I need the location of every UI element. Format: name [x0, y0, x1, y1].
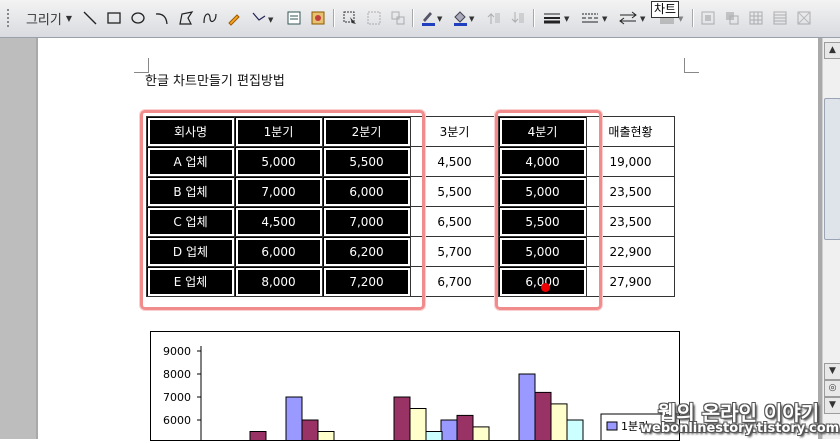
ellipse-tool-icon[interactable] [128, 7, 148, 29]
legend-swatch [606, 421, 618, 431]
dropdown-arrow-icon: ▼ [65, 13, 73, 23]
bar [440, 419, 458, 444]
svg-text:▼: ▼ [564, 15, 570, 23]
toolbar-separator [412, 9, 414, 27]
order-icon[interactable] [722, 7, 742, 29]
svg-text:▼: ▼ [469, 15, 475, 23]
fill-color-icon[interactable]: ▼ [450, 7, 478, 29]
chart-object[interactable]: 9000 8000 7000 6000 1분기 [150, 331, 682, 444]
table-icon[interactable] [770, 7, 790, 29]
y-tick-label: 8000 [163, 368, 191, 381]
document-title: 한글 차트만들기 편집방법 [145, 74, 285, 89]
y-tick-label: 9000 [163, 345, 191, 358]
line-thickness-icon[interactable]: ▼ [540, 7, 574, 29]
rectangle-tool-icon[interactable] [104, 7, 124, 29]
select-objects-icon[interactable] [340, 7, 360, 29]
bar [456, 414, 474, 444]
vertical-scrollbar[interactable]: ▲ ▼ ◎ ▼ [822, 38, 840, 439]
toolbar-separator [692, 9, 694, 27]
toolbar-separator [533, 9, 535, 27]
svg-text:▼: ▼ [640, 15, 646, 23]
grid-icon[interactable] [746, 7, 766, 29]
draw-menu-label: 그리기 [25, 12, 62, 28]
page-up-icon[interactable]: ◎ [824, 380, 840, 397]
bar [472, 426, 490, 444]
scroll-up-icon[interactable]: ▲ [824, 42, 840, 59]
arc-tool-icon[interactable] [152, 7, 172, 29]
send-backward-icon[interactable] [508, 7, 528, 29]
line-style-icon[interactable]: ▼ [578, 7, 612, 29]
bar [534, 391, 552, 444]
page-down-icon[interactable]: ▼ [824, 397, 840, 414]
bar [518, 373, 536, 444]
bar [393, 396, 411, 444]
toolbar-tooltip: 차트 [651, 1, 680, 18]
toolbar-grip[interactable] [7, 9, 19, 27]
curve-tool-icon[interactable] [200, 7, 220, 29]
group-icon[interactable] [364, 7, 384, 29]
pen-tool-icon[interactable] [224, 7, 244, 29]
bring-forward-icon[interactable] [484, 7, 504, 29]
bar [409, 408, 427, 444]
selection-highlight [140, 110, 425, 310]
y-tick-label: 6000 [163, 414, 191, 427]
bar-chart: 9000800070006000 1분기 [163, 345, 682, 444]
drawing-toolbar: 그리기 ▼ ▼ ▼ ▼ ▼ ▼ ▼ ▼ 차트 [0, 0, 840, 38]
watermark-url: webonlinestory.tistory.com [640, 421, 840, 436]
connector-tool-icon[interactable]: ▼ [249, 7, 277, 29]
frame-icon[interactable] [794, 7, 814, 29]
ungroup-icon[interactable] [388, 7, 408, 29]
svg-text:▼: ▼ [268, 16, 274, 24]
bar [301, 419, 319, 444]
polygon-tool-icon[interactable] [176, 7, 196, 29]
bar [566, 419, 584, 444]
y-tick-label: 7000 [163, 391, 191, 404]
svg-text:▼: ▼ [437, 15, 443, 23]
page-corner-mark [684, 58, 699, 73]
selection-highlight [495, 110, 602, 310]
line-tool-icon[interactable] [80, 7, 100, 29]
line-color-icon[interactable]: ▼ [418, 7, 446, 29]
draw-menu-button[interactable]: 그리기 ▼ [22, 7, 76, 29]
toolbar-separator [333, 9, 335, 27]
svg-text:▼: ▼ [602, 15, 608, 23]
picture-icon[interactable] [308, 7, 328, 29]
left-margin-area [0, 38, 36, 439]
bar [550, 403, 568, 444]
arrow-style-icon[interactable]: ▼ [616, 7, 650, 29]
scroll-thumb[interactable] [824, 98, 840, 240]
cursor-marker [541, 283, 550, 292]
align-icon[interactable] [698, 7, 718, 29]
bar [285, 396, 303, 444]
textbox-icon[interactable] [284, 7, 304, 29]
scroll-down-icon[interactable]: ▼ [824, 363, 840, 380]
